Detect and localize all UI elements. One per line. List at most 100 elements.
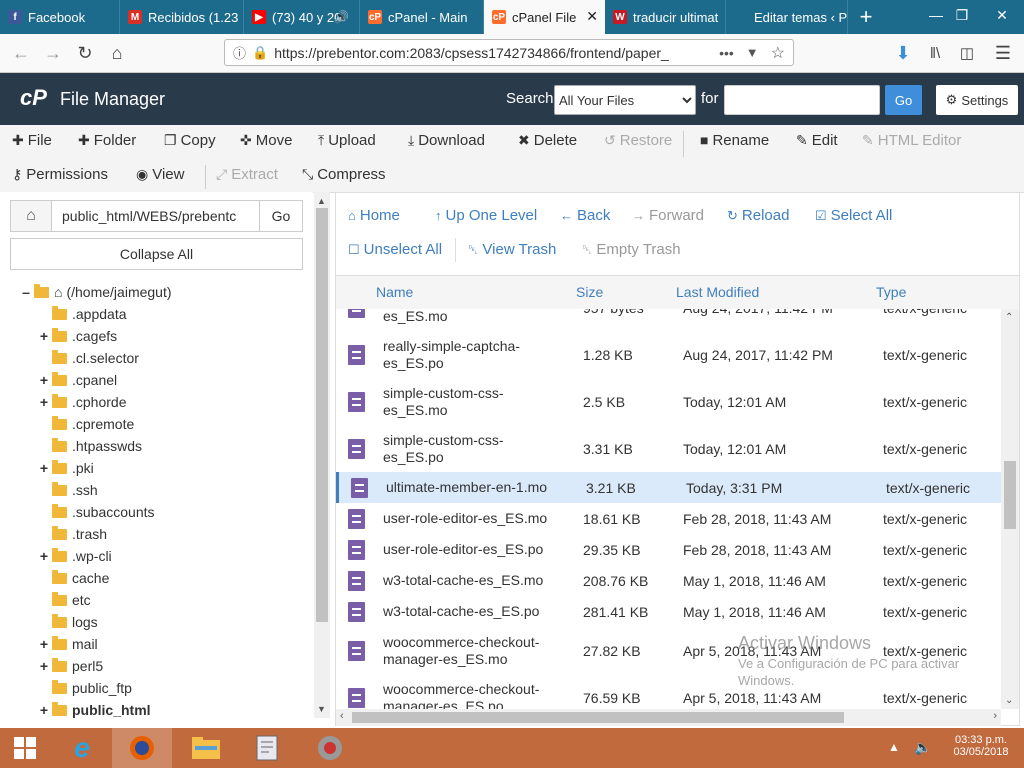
toolbar-upload-button[interactable]: ⤒ Upload (318, 132, 376, 149)
table-row[interactable]: simple-custom-css-es_ES.po 3.31 KB Today, … (336, 425, 1001, 473)
action-forward-button[interactable]: → Forward (632, 207, 704, 224)
file-name[interactable]: w3-total-cache-es_ES.mo (383, 572, 543, 589)
left-scroll-thumb[interactable] (316, 208, 328, 622)
tree-item[interactable]: + .cagefs (38, 325, 117, 347)
firefox-icon[interactable] (112, 728, 172, 768)
file-name[interactable]: woocommerce-checkout-manager-es_ES.po (383, 681, 539, 709)
toolbar-compress-button[interactable]: ⤡ Compress (302, 166, 386, 183)
toolbar-permissions-button[interactable]: ⚷ Permissions (12, 166, 108, 183)
expand-icon[interactable]: + (38, 394, 50, 410)
tree-item[interactable]: etc (38, 589, 91, 611)
cpanel-logo[interactable]: cP (20, 85, 47, 111)
search-scope-select[interactable]: All Your Files (554, 85, 696, 115)
column-type-header[interactable]: Type (876, 284, 906, 300)
tree-item[interactable]: .ssh (38, 479, 98, 501)
toolbar-delete-button[interactable]: ✖ Delete (518, 132, 577, 149)
table-hscroll-thumb[interactable] (352, 712, 844, 723)
toolbar-edit-button[interactable]: ✎ Edit (796, 132, 838, 149)
forward-button[interactable]: → (40, 40, 66, 66)
search-input[interactable] (724, 85, 880, 115)
clock[interactable]: 03:33 p.m. 03/05/2018 (946, 734, 1016, 758)
tree-item[interactable]: .appdata (38, 303, 127, 325)
tree-root[interactable]: – ⌂ (/home/jaimegut) (20, 281, 172, 303)
start-button[interactable] (0, 728, 50, 768)
table-row[interactable]: w3-total-cache-es_ES.mo 208.76 KB May 1, 2… (336, 565, 1001, 597)
tree-item[interactable]: logs (38, 611, 98, 633)
tree-item[interactable]: + .cphorde (38, 391, 126, 413)
expand-icon[interactable]: + (38, 636, 50, 652)
internet-explorer-icon[interactable]: e (52, 728, 112, 768)
left-scrollbar[interactable]: ▲ ▼ (314, 192, 330, 718)
toolbar-download-button[interactable]: ⤓ Download (408, 132, 485, 149)
column-name-header[interactable]: Name (376, 284, 413, 300)
table-row[interactable]: simple-custom-css-es_ES.mo 2.5 KB Today, 1… (336, 378, 1001, 426)
menu-icon[interactable]: ☰ (990, 40, 1016, 66)
collapse-all-button[interactable]: Collapse All (10, 238, 303, 270)
tree-item[interactable]: cache (38, 567, 109, 589)
action-home-button[interactable]: ⌂ Home (348, 207, 400, 224)
tree-item[interactable]: .cpremote (38, 413, 134, 435)
reload-button[interactable]: ↻ (72, 40, 98, 66)
back-button[interactable]: ← (8, 40, 34, 66)
file-name[interactable]: really-simple-captcha-es_ES.po (383, 338, 520, 372)
tree-item[interactable]: + public_html (38, 699, 151, 721)
new-tab-button[interactable]: + (852, 4, 880, 30)
toolbar-copy-button[interactable]: ❐ Copy (164, 132, 216, 149)
scroll-down-icon[interactable]: ▼ (317, 704, 326, 714)
app-icon[interactable] (300, 728, 360, 768)
toolbar-folder-button[interactable]: ✚ Folder (78, 132, 136, 149)
file-name[interactable]: woocommerce-checkout-manager-es_ES.mo (383, 634, 539, 668)
tree-item[interactable]: + .wp-cli (38, 545, 112, 567)
table-row[interactable]: user-role-editor-es_ES.po 29.35 KB Feb 28,… (336, 534, 1001, 566)
toolbar-restore-button[interactable]: ↺ Restore (604, 132, 672, 149)
info-icon[interactable]: ⓘ (233, 43, 246, 62)
action-empty-trash-button[interactable]: ␡ Empty Trash (582, 241, 681, 258)
expand-icon[interactable]: + (38, 548, 50, 564)
volume-icon[interactable]: 🔈 (914, 739, 931, 756)
table-row[interactable]: user-role-editor-es_ES.mo 18.61 KB Feb 28,… (336, 503, 1001, 535)
tree-item[interactable]: + perl5 (38, 655, 103, 677)
browser-tab[interactable]: f Facebook (0, 0, 120, 34)
sidebar-icon[interactable]: ◫ (954, 40, 980, 66)
restore-button[interactable]: ❐ (944, 0, 980, 30)
settings-button[interactable]: ⚙ Settings (936, 85, 1018, 115)
path-home-button[interactable]: ⌂ (10, 200, 52, 232)
action-up-one-level-button[interactable]: ↑ Up One Level (435, 207, 537, 224)
scroll-up-icon[interactable]: ⌃ (1005, 312, 1013, 323)
url-text[interactable]: https://prebentor.com:2083/cpsess1742734… (274, 45, 713, 61)
toolbar-file-button[interactable]: ✚ File (12, 132, 52, 149)
tree-item[interactable]: .htpasswds (38, 435, 142, 457)
scroll-down-icon[interactable]: ⌄ (1005, 695, 1013, 706)
tree-item[interactable]: public_ftp (38, 677, 132, 699)
table-row[interactable]: really-simple-captcha-es_ES.po 1.28 KB Aug… (336, 331, 1001, 379)
expand-icon[interactable]: + (38, 702, 50, 718)
toolbar-html-editor-button[interactable]: ✎ HTML Editor (862, 132, 961, 149)
table-vertical-scrollbar[interactable]: ⌃ ⌄ (1001, 309, 1019, 709)
scroll-right-icon[interactable]: › (993, 710, 997, 722)
action-reload-button[interactable]: ↻ Reload (727, 207, 789, 224)
close-window-button[interactable]: ✕ (984, 0, 1020, 30)
collapse-icon[interactable]: – (20, 284, 32, 300)
tree-item[interactable]: .cl.selector (38, 347, 139, 369)
expand-icon[interactable]: + (38, 658, 50, 674)
browser-tab[interactable]: cP cPanel - Main (360, 0, 484, 34)
path-go-button[interactable]: Go (259, 200, 303, 232)
path-input[interactable] (52, 200, 260, 232)
action-unselect-all-button[interactable]: ☐ Unselect All (348, 241, 442, 258)
browser-tab[interactable]: cP cPanel File ✕ (484, 0, 605, 34)
file-name[interactable]: simple-custom-css-es_ES.po (383, 432, 504, 466)
notepad-app-icon[interactable] (238, 728, 298, 768)
downloads-icon[interactable]: ⬇ (890, 40, 916, 66)
file-name[interactable]: w3-total-cache-es_ES.po (383, 603, 539, 620)
browser-tab[interactable]: Editar temas ‹ Preb (726, 0, 848, 34)
tree-item[interactable]: + mail (38, 633, 98, 655)
table-scroll-thumb[interactable] (1004, 461, 1016, 529)
action-select-all-button[interactable]: ☑ Select All (815, 207, 892, 224)
file-explorer-icon[interactable] (176, 728, 236, 768)
tree-item[interactable]: + .cpanel (38, 369, 117, 391)
pocket-icon[interactable]: ▼ (746, 45, 759, 60)
home-button[interactable]: ⌂ (104, 40, 130, 66)
file-name[interactable]: really-simple-captcha-es_ES.mo (383, 309, 520, 325)
toolbar-extract-button[interactable]: ⤢ Extract (216, 166, 278, 183)
file-name[interactable]: ultimate-member-en-1.mo (386, 479, 547, 496)
